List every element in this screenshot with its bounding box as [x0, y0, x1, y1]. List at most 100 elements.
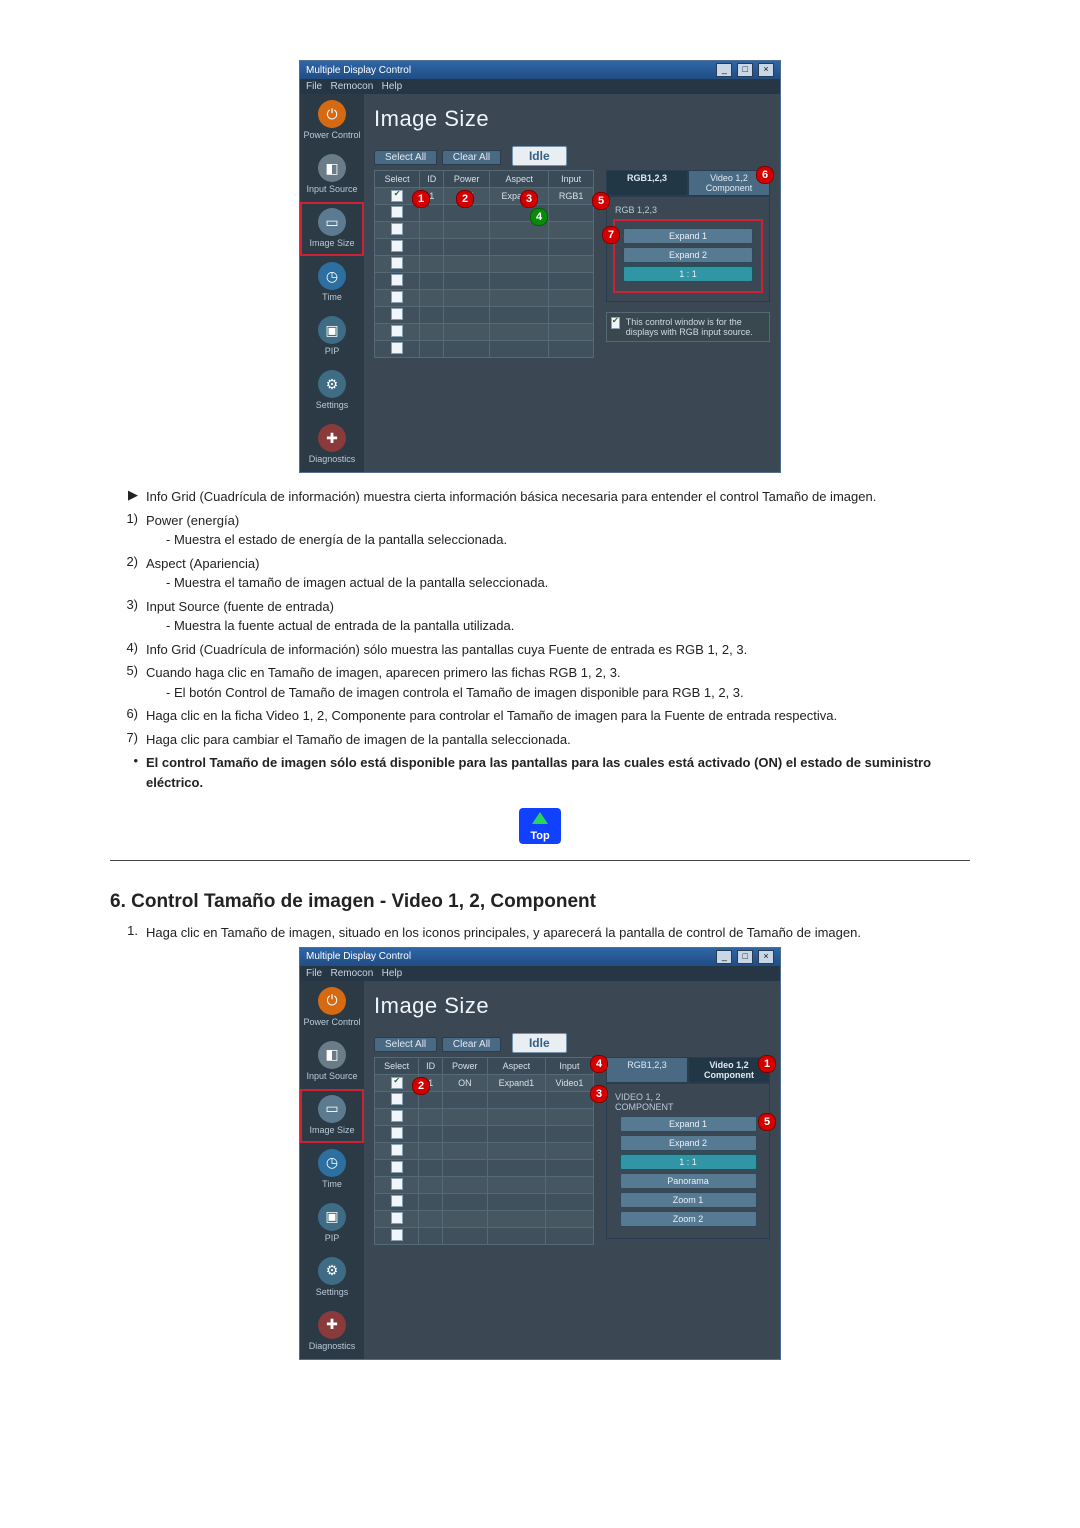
- menu-help[interactable]: Help: [382, 81, 403, 92]
- row-checkbox[interactable]: [391, 1212, 403, 1224]
- opt-panorama[interactable]: Panorama: [620, 1173, 757, 1189]
- opt-1to1[interactable]: 1 : 1: [620, 1154, 757, 1170]
- sidebar-item-pip[interactable]: ▣ PIP: [300, 310, 364, 364]
- menu-help[interactable]: Help: [382, 968, 403, 979]
- panel-label: VIDEO 1, 2 COMPONENT: [615, 1092, 763, 1112]
- col-id: ID: [420, 171, 444, 188]
- input-icon: ◧: [318, 154, 346, 182]
- cell-power: ON: [442, 1074, 487, 1091]
- para-2: Aspect (Apariencia) - Muestra el tamaño …: [146, 554, 970, 593]
- sidebar-item-image-size[interactable]: ▭ Image Size: [300, 202, 364, 256]
- row-checkbox[interactable]: [391, 325, 403, 337]
- input-icon: ◧: [318, 1041, 346, 1069]
- section-heading: 6. Control Tamaño de imagen - Video 1, 2…: [110, 891, 970, 913]
- menu-remocon[interactable]: Remocon: [330, 81, 373, 92]
- explanation-block-b: 1.Haga clic en Tamaño de imagen, situado…: [110, 923, 970, 943]
- sidebar-item-time[interactable]: ◷ Time: [300, 1143, 364, 1197]
- menu-file[interactable]: File: [306, 81, 322, 92]
- back-to-top-button[interactable]: Top: [519, 808, 561, 844]
- sidebar-item-settings[interactable]: ⚙ Settings: [300, 364, 364, 418]
- window-controls: _ □ ×: [714, 63, 774, 77]
- callout-3: 3: [520, 190, 538, 208]
- sidebar-item-time[interactable]: ◷ Time: [300, 256, 364, 310]
- sidebar-item-image-size[interactable]: ▭ Image Size: [300, 1089, 364, 1143]
- close-icon[interactable]: ×: [758, 950, 774, 964]
- cell-input: RGB1: [549, 188, 594, 205]
- pip-icon: ▣: [318, 316, 346, 344]
- maximize-icon[interactable]: □: [737, 950, 753, 964]
- col-power: Power: [444, 171, 490, 188]
- select-all-button[interactable]: Select All: [374, 1037, 437, 1052]
- select-all-button[interactable]: Select All: [374, 150, 437, 165]
- minimize-icon[interactable]: _: [716, 950, 732, 964]
- gear-icon: ⚙: [318, 370, 346, 398]
- opt-zoom2[interactable]: Zoom 2: [620, 1211, 757, 1227]
- row-checkbox[interactable]: [391, 1161, 403, 1173]
- row-checkbox[interactable]: [391, 1144, 403, 1156]
- callout-5: 5: [592, 192, 610, 210]
- minimize-icon[interactable]: _: [716, 63, 732, 77]
- col-power: Power: [442, 1057, 487, 1074]
- maximize-icon[interactable]: □: [737, 63, 753, 77]
- sidebar-item-settings[interactable]: ⚙ Settings: [300, 1251, 364, 1305]
- menu-remocon[interactable]: Remocon: [330, 968, 373, 979]
- sidebar-item-power[interactable]: ⏻ Power Control: [300, 94, 364, 148]
- time-icon: ◷: [318, 262, 346, 290]
- opt-expand1[interactable]: Expand 1: [620, 1116, 757, 1132]
- para-warning: El control Tamaño de imagen sólo está di…: [146, 753, 970, 792]
- opt-expand2[interactable]: Expand 2: [620, 1135, 757, 1151]
- window-controls: _ □ ×: [714, 950, 774, 964]
- diagnostics-icon: ✚: [318, 1311, 346, 1339]
- status-idle: Idle: [512, 1033, 567, 1053]
- sidebar-item-pip[interactable]: ▣ PIP: [300, 1197, 364, 1251]
- row-checkbox[interactable]: [391, 291, 403, 303]
- panel-note: This control window is for the displays …: [606, 312, 770, 342]
- para-4: Info Grid (Cuadrícula de información) só…: [146, 640, 970, 660]
- sidebar: ⏻ Power Control ◧ Input Source ▭ Image S…: [300, 94, 364, 472]
- row-checkbox[interactable]: [391, 1110, 403, 1122]
- sidebar-item-input[interactable]: ◧ Input Source: [300, 148, 364, 202]
- opt-1to1[interactable]: 1 : 1: [623, 266, 753, 282]
- cell-aspect: Expand1: [487, 1074, 545, 1091]
- row-checkbox[interactable]: [391, 1178, 403, 1190]
- sidebar-item-diagnostics[interactable]: ✚ Diagnostics: [300, 1305, 364, 1359]
- row-checkbox[interactable]: [391, 240, 403, 252]
- page-heading: Image Size: [374, 106, 770, 132]
- opt-expand2[interactable]: Expand 2: [623, 247, 753, 263]
- callout-6: 6: [756, 166, 774, 184]
- tab-rgb[interactable]: RGB1,2,3: [606, 170, 688, 196]
- row-checkbox[interactable]: [391, 342, 403, 354]
- clear-all-button[interactable]: Clear All: [442, 150, 501, 165]
- sidebar-item-input[interactable]: ◧ Input Source: [300, 1035, 364, 1089]
- callout-1: 1: [412, 190, 430, 208]
- diagnostics-icon: ✚: [318, 424, 346, 452]
- opt-zoom1[interactable]: Zoom 1: [620, 1192, 757, 1208]
- opt-expand1[interactable]: Expand 1: [623, 228, 753, 244]
- row-checkbox[interactable]: [391, 190, 403, 202]
- sidebar-item-diagnostics[interactable]: ✚ Diagnostics: [300, 418, 364, 472]
- menu-file[interactable]: File: [306, 968, 322, 979]
- row-checkbox[interactable]: [391, 223, 403, 235]
- row-checkbox[interactable]: [391, 1127, 403, 1139]
- col-aspect: Aspect: [490, 171, 549, 188]
- window-title-bar: Multiple Display Control _ □ ×: [300, 61, 780, 79]
- close-icon[interactable]: ×: [758, 63, 774, 77]
- row-checkbox[interactable]: [391, 1077, 403, 1089]
- row-checkbox[interactable]: [391, 274, 403, 286]
- row-checkbox[interactable]: [391, 308, 403, 320]
- para-3: Input Source (fuente de entrada) - Muest…: [146, 597, 970, 636]
- power-icon: ⏻: [318, 100, 346, 128]
- row-checkbox[interactable]: [391, 206, 403, 218]
- sidebar-item-power[interactable]: ⏻ Power Control: [300, 981, 364, 1035]
- window-title-bar: Multiple Display Control _ □ ×: [300, 948, 780, 966]
- callout-4: 4: [590, 1055, 608, 1073]
- row-checkbox[interactable]: [391, 257, 403, 269]
- info-grid: Select ID Power Aspect Input 1 ON Expand…: [374, 170, 594, 358]
- clear-all-button[interactable]: Clear All: [442, 1037, 501, 1052]
- tab-rgb[interactable]: RGB1,2,3: [606, 1057, 688, 1083]
- callout-1: 1: [758, 1055, 776, 1073]
- row-checkbox[interactable]: [391, 1093, 403, 1105]
- row-checkbox[interactable]: [391, 1229, 403, 1241]
- mdc-window-rgb: Multiple Display Control _ □ × File Remo…: [299, 60, 781, 473]
- row-checkbox[interactable]: [391, 1195, 403, 1207]
